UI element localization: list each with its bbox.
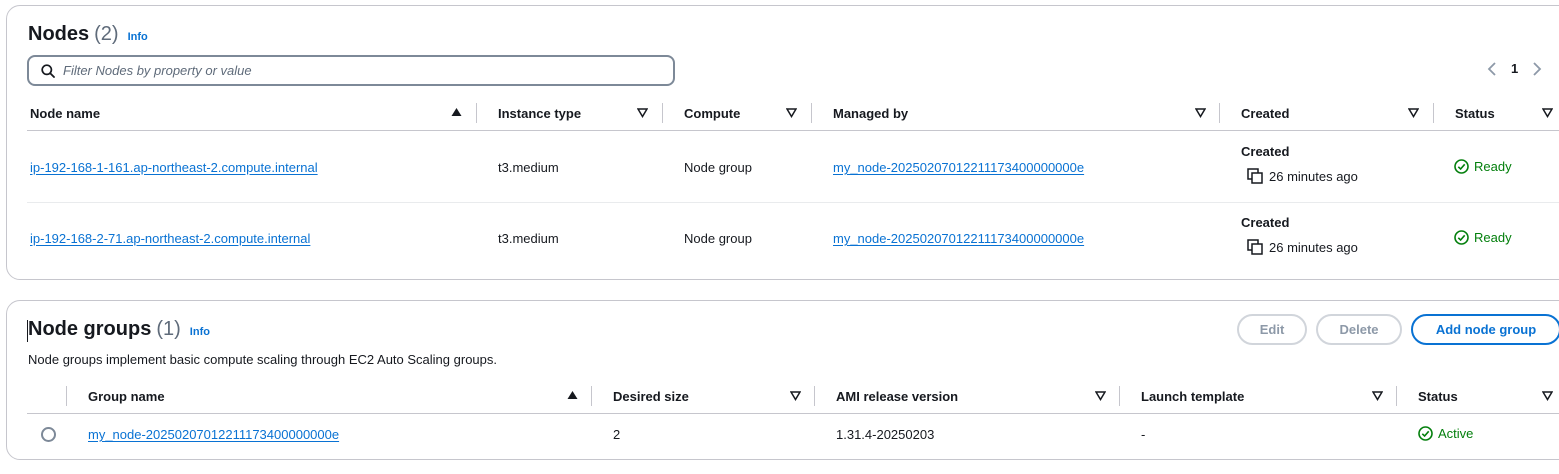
header-divider bbox=[27, 130, 1559, 131]
row-divider bbox=[27, 202, 1559, 203]
group-name-link[interactable]: my_node-20250207012211173400000000e bbox=[88, 427, 339, 442]
status-text: Active bbox=[1438, 426, 1474, 441]
col-divider[interactable] bbox=[1396, 386, 1397, 406]
created-value: 26 minutes ago bbox=[1247, 239, 1358, 255]
edit-button[interactable]: Edit bbox=[1237, 314, 1307, 345]
created-label: Created bbox=[1241, 144, 1290, 159]
col-header-compute[interactable]: Compute bbox=[684, 103, 740, 123]
status-text: Ready bbox=[1474, 159, 1512, 174]
status-ok-icon bbox=[1418, 426, 1433, 441]
compute-type: Node group bbox=[684, 160, 752, 175]
col-header-desired-size[interactable]: Desired size bbox=[613, 386, 689, 406]
sort-desc-icon[interactable] bbox=[637, 108, 648, 118]
sort-asc-icon[interactable] bbox=[451, 107, 462, 117]
status-badge: Active bbox=[1418, 426, 1473, 441]
col-header-created[interactable]: Created bbox=[1241, 103, 1289, 123]
col-divider[interactable] bbox=[1119, 386, 1120, 406]
ami-release-version: 1.31.4-20250203 bbox=[836, 427, 935, 442]
nodes-info-link[interactable]: Info bbox=[128, 31, 148, 43]
node-groups-description: Node groups implement basic compute scal… bbox=[28, 352, 497, 367]
desired-size: 2 bbox=[613, 427, 621, 442]
col-header-ami-release[interactable]: AMI release version bbox=[836, 386, 958, 406]
status-badge: Ready bbox=[1454, 159, 1512, 174]
created-time: 26 minutes ago bbox=[1269, 168, 1358, 184]
sort-desc-icon[interactable] bbox=[1095, 391, 1106, 401]
node-groups-title: Node groups bbox=[28, 318, 152, 340]
sort-desc-icon[interactable] bbox=[790, 391, 801, 401]
managed-by-link[interactable]: my_node-20250207012211173400000000e bbox=[833, 231, 1084, 246]
created-value: 26 minutes ago bbox=[1247, 168, 1358, 184]
copy-icon[interactable] bbox=[1247, 239, 1263, 255]
sort-asc-icon[interactable] bbox=[567, 390, 578, 400]
nodes-container: Nodes (2) Info 1 Node name Instance type… bbox=[6, 5, 1559, 280]
nodes-heading: Nodes (2) Info bbox=[28, 23, 148, 46]
nodes-title: Nodes bbox=[28, 23, 90, 45]
node-groups-container: Node groups (1) Info Edit Delete Add nod… bbox=[6, 300, 1559, 460]
col-header-launch-template[interactable]: Launch template bbox=[1141, 386, 1244, 406]
col-divider[interactable] bbox=[1433, 103, 1434, 123]
col-header-node-name[interactable]: Node name bbox=[30, 103, 100, 123]
search-icon bbox=[41, 63, 55, 78]
nodes-filter[interactable] bbox=[27, 55, 675, 86]
created-label: Created bbox=[1241, 215, 1290, 230]
col-divider[interactable] bbox=[811, 103, 812, 123]
sort-desc-icon[interactable] bbox=[1542, 391, 1553, 401]
sort-desc-icon[interactable] bbox=[1372, 391, 1383, 401]
created-time: 26 minutes ago bbox=[1269, 239, 1358, 255]
node-groups-count: (1) bbox=[156, 318, 181, 340]
status-ok-icon bbox=[1454, 230, 1469, 245]
sort-desc-icon[interactable] bbox=[1408, 108, 1419, 118]
node-groups-heading: Node groups (1) Info bbox=[28, 318, 210, 341]
page-number[interactable]: 1 bbox=[1511, 61, 1518, 76]
nodes-pagination: 1 bbox=[1487, 61, 1542, 76]
col-divider[interactable] bbox=[814, 386, 815, 406]
row-select-radio[interactable] bbox=[41, 427, 56, 442]
node-name-link[interactable]: ip-192-168-1-161.ap-northeast-2.compute.… bbox=[30, 160, 318, 175]
col-divider[interactable] bbox=[476, 103, 477, 123]
nodes-filter-input[interactable] bbox=[63, 63, 643, 78]
status-ok-icon bbox=[1454, 159, 1469, 174]
col-divider[interactable] bbox=[662, 103, 663, 123]
chevron-right-icon[interactable] bbox=[1532, 61, 1542, 76]
col-header-group-name[interactable]: Group name bbox=[88, 386, 165, 406]
col-divider[interactable] bbox=[66, 386, 67, 406]
sort-desc-icon[interactable] bbox=[786, 108, 797, 118]
header-divider bbox=[27, 413, 1559, 414]
compute-type: Node group bbox=[684, 231, 752, 246]
status-badge: Ready bbox=[1454, 230, 1512, 245]
node-name-link[interactable]: ip-192-168-2-71.ap-northeast-2.compute.i… bbox=[30, 231, 310, 246]
nodes-count: (2) bbox=[94, 23, 119, 45]
sort-desc-icon[interactable] bbox=[1195, 108, 1206, 118]
managed-by-link[interactable]: my_node-20250207012211173400000000e bbox=[833, 160, 1084, 175]
col-divider[interactable] bbox=[591, 386, 592, 406]
node-groups-info-link[interactable]: Info bbox=[190, 326, 210, 338]
instance-type: t3.medium bbox=[498, 231, 559, 246]
launch-template: - bbox=[1141, 427, 1146, 442]
delete-button[interactable]: Delete bbox=[1316, 314, 1402, 345]
instance-type: t3.medium bbox=[498, 160, 559, 175]
sort-desc-icon[interactable] bbox=[1542, 108, 1553, 118]
copy-icon[interactable] bbox=[1247, 168, 1263, 184]
col-divider[interactable] bbox=[1219, 103, 1220, 123]
col-header-status[interactable]: Status bbox=[1418, 386, 1458, 406]
col-header-managed-by[interactable]: Managed by bbox=[833, 103, 908, 123]
status-text: Ready bbox=[1474, 230, 1512, 245]
col-header-status[interactable]: Status bbox=[1455, 103, 1495, 123]
col-header-instance-type[interactable]: Instance type bbox=[498, 103, 581, 123]
add-node-group-button[interactable]: Add node group bbox=[1411, 314, 1559, 345]
chevron-left-icon[interactable] bbox=[1487, 61, 1497, 76]
